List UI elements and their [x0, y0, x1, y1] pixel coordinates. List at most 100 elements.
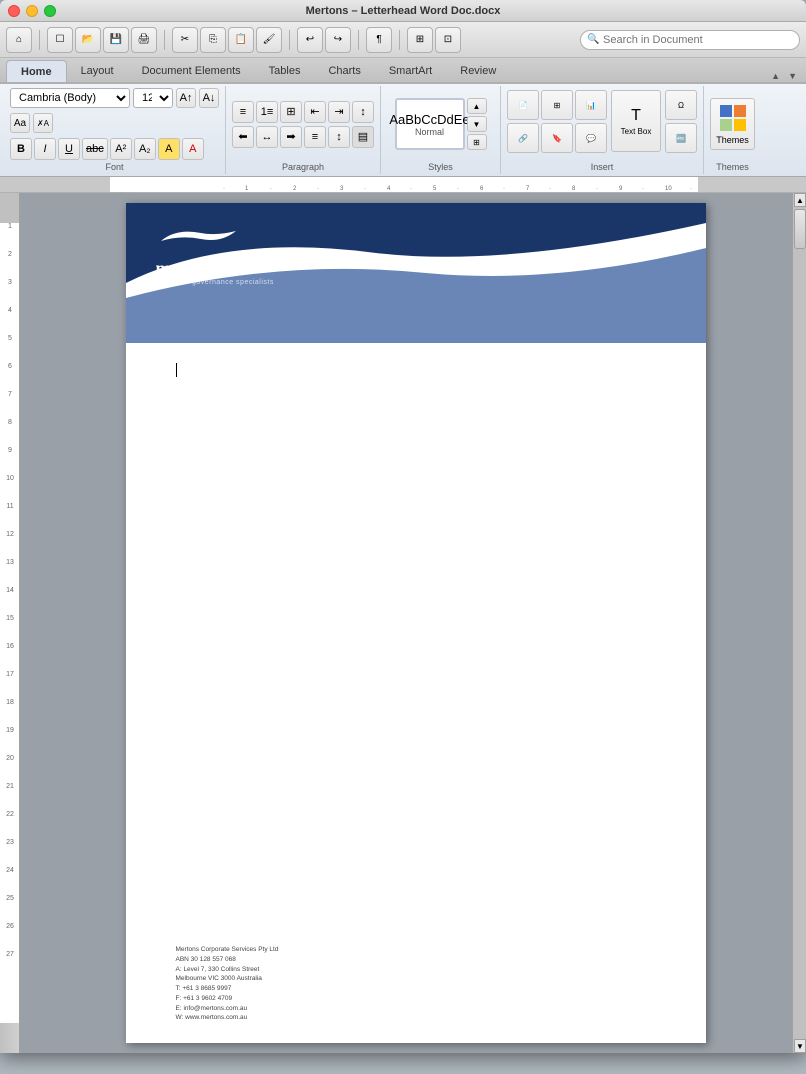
style-prev-button[interactable]: ▲: [467, 98, 487, 114]
insert-quick-parts-button[interactable]: Ω: [665, 90, 697, 120]
save-button[interactable]: 💾: [103, 27, 129, 53]
search-input[interactable]: [580, 30, 800, 50]
italic-button[interactable]: I: [34, 138, 56, 160]
footer-line-3: A: Level 7, 330 Collins Street: [176, 965, 656, 975]
paragraph-mark-icon: ¶: [376, 34, 381, 45]
insert-bookmark-button[interactable]: 🔖: [541, 123, 573, 153]
justify-button[interactable]: ≡: [304, 126, 326, 148]
view-button[interactable]: ⊞: [407, 27, 433, 53]
text-cursor: [176, 363, 177, 377]
indent-increase-button[interactable]: ⇥: [328, 101, 350, 123]
font-family-select[interactable]: Cambria (Body): [10, 88, 130, 108]
new-button[interactable]: ☐: [47, 27, 73, 53]
ruler-num-15: 15: [0, 615, 20, 622]
tab-home[interactable]: Home: [6, 60, 67, 82]
align-right-button[interactable]: ➡: [280, 126, 302, 148]
format-paint-button[interactable]: 🖌: [256, 27, 282, 53]
format-paint-icon: 🖌: [263, 34, 276, 45]
maximize-button[interactable]: [44, 5, 56, 17]
open-button[interactable]: 📂: [75, 27, 101, 53]
tab-charts[interactable]: Charts: [314, 60, 374, 82]
minimize-button[interactable]: [26, 5, 38, 17]
undo-button[interactable]: ↩: [297, 27, 323, 53]
separator-3: [289, 30, 290, 50]
subscript-button[interactable]: A₂: [134, 138, 156, 160]
ruler-num-13: 13: [0, 559, 20, 566]
tab-tables[interactable]: Tables: [255, 60, 315, 82]
zoom-button[interactable]: ⊡: [435, 27, 461, 53]
style-expand-button[interactable]: ⊞: [467, 134, 487, 150]
ribbon-down-icon[interactable]: ▼: [785, 70, 800, 82]
paragraph-group-label: Paragraph: [282, 160, 324, 172]
home-button[interactable]: ⌂: [6, 27, 32, 53]
ruler-num-1: 1: [0, 223, 20, 230]
style-next-button[interactable]: ▼: [467, 116, 487, 132]
view-btn-group: ⊞ ⊡: [407, 27, 461, 53]
ruler-num-7: 7: [0, 391, 20, 398]
line-spacing-button[interactable]: ↕: [328, 126, 350, 148]
strikethrough-button[interactable]: abc: [82, 138, 108, 160]
tab-review[interactable]: Review: [446, 60, 510, 82]
style-normal-item[interactable]: AaBbCcDdEe Normal: [395, 98, 465, 150]
scroll-down-button[interactable]: ▼: [794, 1039, 806, 1053]
insert-chart-button[interactable]: 📊: [575, 90, 607, 120]
font-group: Cambria (Body) 12 A↑ A↓ Aa ✗A B I U abc: [4, 86, 226, 174]
insert-group-label: Insert: [591, 160, 614, 172]
paste-button[interactable]: 📋: [228, 27, 254, 53]
vertical-scrollbar[interactable]: ▲ ▼: [792, 193, 806, 1053]
document-area: 1 2 3 4 5 6 7 8 9 10 11 12 13 14 15 16 1…: [0, 193, 806, 1053]
ruler-num-4: 4: [0, 307, 20, 314]
sort-button[interactable]: ↕: [352, 101, 374, 123]
align-center-button[interactable]: ↔: [256, 126, 278, 148]
redo-button[interactable]: ↪: [325, 27, 351, 53]
copy-button[interactable]: ⎘: [200, 27, 226, 53]
open-icon: 📂: [82, 34, 94, 45]
window-controls: [8, 5, 56, 17]
indent-decrease-button[interactable]: ⇤: [304, 101, 326, 123]
superscript-button[interactable]: A²: [110, 138, 132, 160]
tab-smartart[interactable]: SmartArt: [375, 60, 446, 82]
insert-pages-button[interactable]: 📄: [507, 90, 539, 120]
search-container: 🔍: [580, 30, 800, 50]
close-button[interactable]: [8, 5, 20, 17]
text-box-button[interactable]: T Text Box: [611, 90, 661, 152]
tab-layout[interactable]: Layout: [67, 60, 128, 82]
app-window: Mertons – Letterhead Word Doc.docx ⌂ ☐ 📂…: [0, 0, 806, 1053]
cut-button[interactable]: ✂: [172, 27, 198, 53]
undo-icon: ↩: [306, 34, 314, 45]
paragraph-marks-button[interactable]: ¶: [366, 27, 392, 53]
ruler-num-14: 14: [0, 587, 20, 594]
font-case-button[interactable]: Aa: [10, 113, 30, 133]
outline-list-button[interactable]: ⊞: [280, 101, 302, 123]
insert-table-button[interactable]: ⊞: [541, 90, 573, 120]
clear-format-button[interactable]: ✗A: [33, 113, 53, 133]
themes-button[interactable]: Themes: [710, 98, 755, 150]
insert-comment-button[interactable]: 💬: [575, 123, 607, 153]
page-header: mertons corporate governance specialists: [126, 203, 706, 343]
font-size-up-button[interactable]: A↑: [176, 88, 196, 108]
ruler-num-5: 5: [0, 335, 20, 342]
font-size-down-button[interactable]: A↓: [199, 88, 219, 108]
page-body[interactable]: [126, 343, 706, 943]
scroll-thumb[interactable]: [794, 209, 806, 249]
tab-document-elements[interactable]: Document Elements: [128, 60, 255, 82]
font-color-button[interactable]: A: [182, 138, 204, 160]
ruler-num-18: 18: [0, 699, 20, 706]
logo-area: mertons corporate governance specialists: [156, 223, 274, 286]
highlight-button[interactable]: A: [158, 138, 180, 160]
title-bar: Mertons – Letterhead Word Doc.docx: [0, 0, 806, 22]
ruler-num-11: 11: [0, 503, 20, 510]
insert-symbol-button[interactable]: 🔤: [665, 123, 697, 153]
bold-button[interactable]: B: [10, 138, 32, 160]
print-button[interactable]: 🖨: [131, 27, 157, 53]
align-left-button[interactable]: ⬅: [232, 126, 254, 148]
shading-button[interactable]: ▤: [352, 126, 374, 148]
insert-hyperlink-button[interactable]: 🔗: [507, 123, 539, 153]
cut-icon: ✂: [181, 34, 189, 45]
font-size-select[interactable]: 12: [133, 88, 173, 108]
underline-button[interactable]: U: [58, 138, 80, 160]
ordered-list-button[interactable]: 1≡: [256, 101, 278, 123]
ribbon-up-icon[interactable]: ▲: [768, 70, 783, 82]
scroll-up-button[interactable]: ▲: [794, 193, 806, 207]
unordered-list-button[interactable]: ≡: [232, 101, 254, 123]
